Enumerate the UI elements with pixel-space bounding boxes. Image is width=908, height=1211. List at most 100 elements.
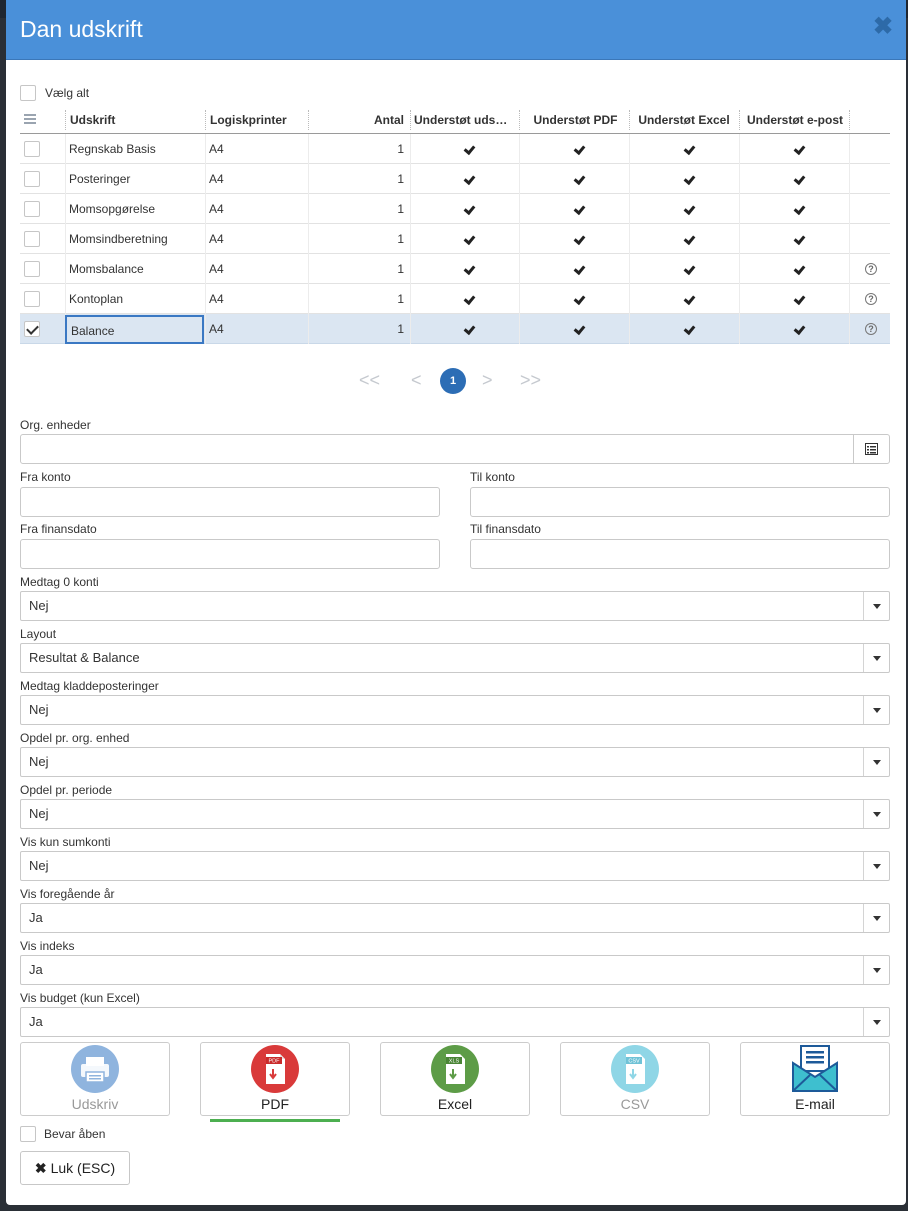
option-select[interactable]: Nej [20, 851, 890, 881]
row-checkbox[interactable] [24, 291, 40, 307]
check-icon [573, 262, 586, 276]
option-select[interactable]: Ja [20, 1007, 890, 1037]
col-header-pdf-support[interactable]: Understøt PDF [524, 106, 627, 134]
csv-button[interactable]: CSV CSV [560, 1042, 710, 1116]
col-header-antal[interactable]: Antal [320, 106, 404, 134]
dropdown-toggle[interactable] [863, 852, 889, 880]
row-checkbox[interactable] [24, 231, 40, 247]
pager-first[interactable]: << [359, 367, 380, 393]
cell-separator [205, 254, 206, 284]
chevron-down-icon [873, 604, 881, 609]
dropdown-toggle[interactable] [863, 748, 889, 776]
table-row[interactable]: Balance A4 1? [20, 314, 890, 344]
print-button[interactable]: Udskriv [20, 1042, 170, 1116]
dropdown-toggle[interactable] [863, 904, 889, 932]
grid-body: Regnskab Basis A4 1 Posteringer A4 1 Momsopgør… [20, 134, 890, 344]
cell-separator [849, 164, 850, 194]
option-select[interactable]: Resultat & Balance [20, 643, 890, 673]
table-row[interactable]: Regnskab Basis A4 1 [20, 134, 890, 164]
pdf-button[interactable]: PDF PDF [200, 1042, 350, 1116]
select-value: Nej [29, 806, 49, 821]
row-checkbox[interactable] [24, 171, 40, 187]
pager-next[interactable]: > [482, 367, 493, 393]
keep-open-checkbox[interactable] [20, 1126, 36, 1142]
table-row[interactable]: Kontoplan A4 1? [20, 284, 890, 314]
row-count: 1 [397, 322, 404, 336]
dropdown-toggle[interactable] [863, 644, 889, 672]
til-konto-input[interactable] [470, 487, 890, 517]
row-printer: A4 [209, 322, 224, 336]
cell-separator [519, 134, 520, 164]
pager-prev[interactable]: < [411, 367, 422, 393]
keep-open[interactable]: Bevar åben [20, 1126, 105, 1142]
chevron-down-icon [873, 1020, 881, 1025]
table-row[interactable]: Posteringer A4 1 [20, 164, 890, 194]
col-header-udskrift[interactable]: Udskrift [70, 106, 200, 134]
col-header-print-support[interactable]: Understøt uds… [414, 106, 514, 134]
option-select[interactable]: Nej [20, 591, 890, 621]
select-label: Medtag 0 konti [20, 575, 99, 589]
cell-separator [65, 194, 66, 224]
dropdown-toggle[interactable] [863, 1008, 889, 1036]
row-checkbox[interactable] [24, 261, 40, 277]
row-printer: A4 [209, 202, 224, 216]
til-finansdato-input[interactable] [470, 539, 890, 569]
option-select[interactable]: Nej [20, 747, 890, 777]
print-button-label: Udskriv [71, 1096, 119, 1112]
cell-separator [629, 224, 630, 254]
select-label: Layout [20, 627, 57, 641]
col-header-logiskprinter[interactable]: Logiskprinter [210, 106, 305, 134]
table-row[interactable]: Momsopgørelse A4 1 [20, 194, 890, 224]
cell-separator [205, 134, 206, 164]
close-icon[interactable]: ✖ [870, 12, 896, 42]
excel-button[interactable]: XLS Excel [380, 1042, 530, 1116]
row-checkbox[interactable] [24, 321, 40, 337]
pager-last[interactable]: >> [520, 367, 541, 393]
cell-separator [849, 254, 850, 284]
pager-current-page[interactable]: 1 [440, 368, 466, 394]
dropdown-toggle[interactable] [863, 956, 889, 984]
fra-finansdato-input[interactable] [20, 539, 440, 569]
cell-separator [308, 284, 309, 314]
help-icon[interactable]: ? [865, 293, 877, 305]
col-header-excel-support[interactable]: Understøt Excel [632, 106, 736, 134]
help-icon[interactable]: ? [865, 263, 877, 275]
help-icon[interactable]: ? [865, 323, 877, 335]
email-button[interactable]: E-mail [740, 1042, 890, 1116]
select-all-checkbox[interactable] [20, 85, 36, 101]
dropdown-toggle[interactable] [863, 800, 889, 828]
row-report-name: Regnskab Basis [69, 142, 156, 156]
column-menu-icon[interactable] [24, 114, 36, 126]
cell-separator [410, 224, 411, 254]
chevron-down-icon [873, 656, 881, 661]
til-konto-label: Til konto [470, 470, 515, 484]
row-count: 1 [397, 232, 404, 246]
option-select[interactable]: Nej [20, 695, 890, 725]
col-header-email-support[interactable]: Understøt e-post [742, 106, 848, 134]
org-units-field[interactable] [20, 434, 890, 464]
org-units-picker-button[interactable] [853, 435, 889, 463]
cell-separator [65, 224, 66, 254]
cell-separator [308, 224, 309, 254]
table-row[interactable]: Momsindberetning A4 1 [20, 224, 890, 254]
cell-separator [205, 224, 206, 254]
row-checkbox[interactable] [24, 201, 40, 217]
close-button[interactable]: ✖ Luk (ESC) [20, 1151, 130, 1185]
option-select[interactable]: Ja [20, 903, 890, 933]
check-icon [573, 322, 586, 336]
select-all[interactable]: Vælg alt [20, 84, 89, 102]
select-value: Ja [29, 1014, 43, 1029]
check-icon [793, 292, 806, 306]
option-select[interactable]: Nej [20, 799, 890, 829]
dropdown-toggle[interactable] [863, 696, 889, 724]
table-row[interactable]: Momsbalance A4 1? [20, 254, 890, 284]
cell-separator [519, 224, 520, 254]
select-label: Medtag kladdeposteringer [20, 679, 159, 693]
check-icon [793, 202, 806, 216]
row-checkbox[interactable] [24, 141, 40, 157]
csv-badge-text: CSV [628, 1059, 640, 1065]
chevron-down-icon [873, 760, 881, 765]
dropdown-toggle[interactable] [863, 592, 889, 620]
option-select[interactable]: Ja [20, 955, 890, 985]
fra-konto-input[interactable] [20, 487, 440, 517]
